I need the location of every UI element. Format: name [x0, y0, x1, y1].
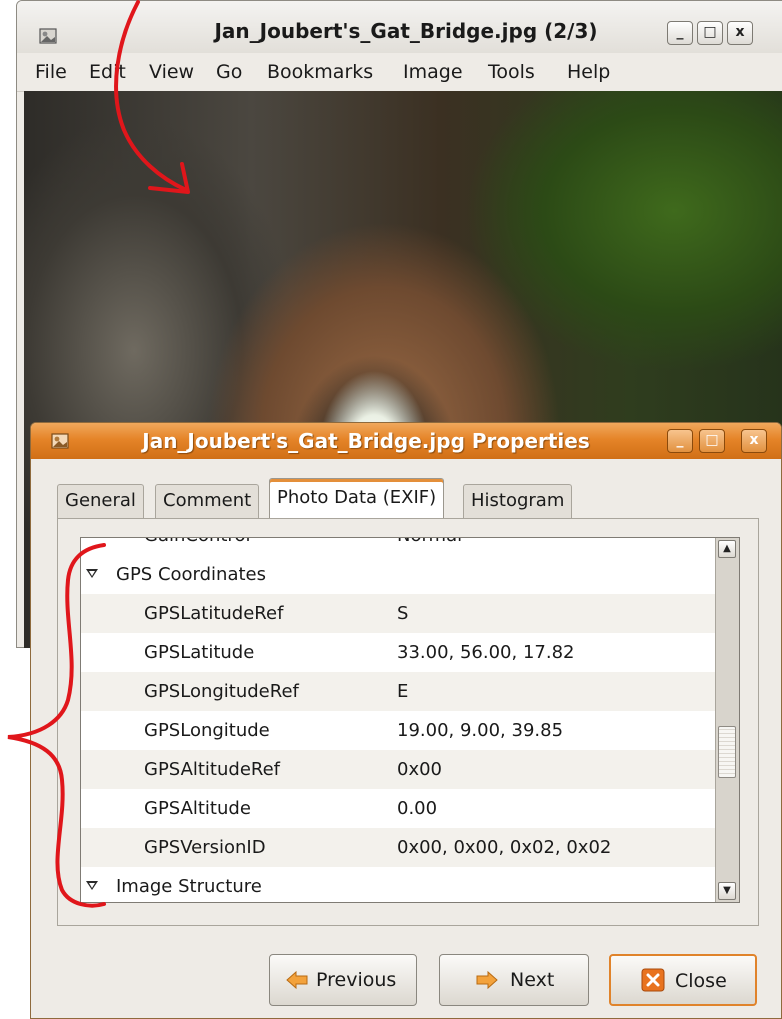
- tab-photo-data-exif[interactable]: Photo Data (EXIF): [269, 478, 445, 519]
- arrow-left-icon: [286, 970, 308, 990]
- vertical-scrollbar[interactable]: ▲ ▼: [715, 538, 739, 902]
- dialog-title: Jan_Joubert's_Gat_Bridge.jpg Properties: [142, 429, 590, 453]
- exif-group-gps-coordinates[interactable]: GPS Coordinates: [81, 555, 717, 594]
- menu-go[interactable]: Go: [216, 61, 242, 83]
- tab-comment[interactable]: Comment: [155, 484, 260, 518]
- menu-help[interactable]: Help: [567, 61, 610, 83]
- scroll-thumb[interactable]: [718, 726, 736, 778]
- close-x-icon: [641, 968, 665, 992]
- menu-file[interactable]: File: [35, 61, 67, 83]
- close-label: Close: [675, 970, 727, 992]
- close-button[interactable]: Close: [609, 954, 757, 1006]
- menu-edit[interactable]: Edit: [89, 61, 126, 83]
- menu-view[interactable]: View: [149, 61, 194, 83]
- exif-row-gps-version-id[interactable]: GPSVersionID 0x00, 0x00, 0x02, 0x02: [81, 828, 717, 867]
- exif-row-gps-altitude[interactable]: GPSAltitude 0.00: [81, 789, 717, 828]
- exif-row-gps-longitude-ref[interactable]: GPSLongitudeRef E: [81, 672, 717, 711]
- expander-triangle-icon[interactable]: [86, 881, 98, 890]
- dialog-close-window-button[interactable]: x: [741, 429, 767, 453]
- exif-group-image-structure[interactable]: Image Structure: [81, 867, 717, 902]
- previous-label: Previous: [316, 969, 397, 991]
- menu-tools[interactable]: Tools: [488, 61, 535, 83]
- viewer-titlebar[interactable]: Jan_Joubert's_Gat_Bridge.jpg (2/3) _ □ x: [17, 1, 782, 53]
- exif-row-partial[interactable]: GainControl Normal: [81, 538, 717, 555]
- next-label: Next: [510, 969, 555, 991]
- viewer-close-button[interactable]: x: [727, 21, 753, 45]
- tab-panel: GainControl Normal GPS Coordinates GPSLa…: [57, 518, 759, 926]
- exif-row-gps-longitude[interactable]: GPSLongitude 19.00, 9.00, 39.85: [81, 711, 717, 750]
- menu-image[interactable]: Image: [403, 61, 463, 83]
- tab-histogram[interactable]: Histogram: [463, 484, 573, 518]
- arrow-right-icon: [476, 970, 498, 990]
- next-button[interactable]: Next: [439, 954, 589, 1006]
- expander-triangle-icon[interactable]: [86, 569, 98, 578]
- exif-row-gps-latitude-ref[interactable]: GPSLatitudeRef S: [81, 594, 717, 633]
- viewer-menubar: File Edit View Go Bookmarks Image Tools …: [17, 53, 782, 92]
- viewer-minimize-button[interactable]: _: [667, 21, 693, 45]
- tab-general[interactable]: General: [57, 484, 144, 518]
- exif-row-gps-latitude[interactable]: GPSLatitude 33.00, 56.00, 17.82: [81, 633, 717, 672]
- dialog-minimize-button[interactable]: _: [667, 429, 693, 453]
- viewer-maximize-button[interactable]: □: [697, 21, 723, 45]
- scroll-down-arrow-icon[interactable]: ▼: [718, 882, 736, 900]
- exif-tree-view[interactable]: GainControl Normal GPS Coordinates GPSLa…: [80, 537, 740, 903]
- previous-button[interactable]: Previous: [269, 954, 417, 1006]
- dialog-titlebar[interactable]: Jan_Joubert's_Gat_Bridge.jpg Properties …: [31, 423, 781, 459]
- scroll-up-arrow-icon[interactable]: ▲: [718, 540, 736, 558]
- exif-row-gps-altitude-ref[interactable]: GPSAltitudeRef 0x00: [81, 750, 717, 789]
- menu-bookmarks[interactable]: Bookmarks: [267, 61, 373, 83]
- dialog-maximize-button[interactable]: □: [699, 429, 725, 453]
- properties-dialog: Jan_Joubert's_Gat_Bridge.jpg Properties …: [30, 422, 782, 1019]
